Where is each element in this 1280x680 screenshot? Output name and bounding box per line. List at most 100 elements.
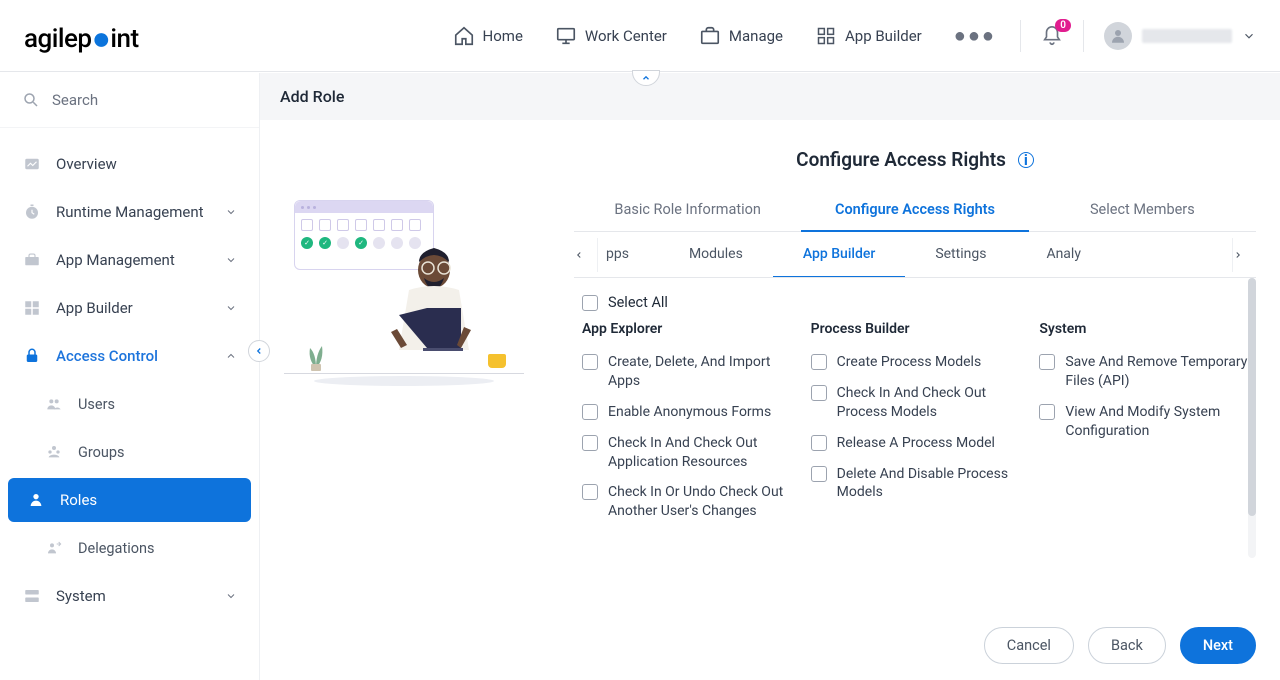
chart-icon (22, 154, 42, 174)
system-icon (22, 586, 42, 606)
sidebar-roles[interactable]: Roles (8, 478, 251, 522)
home-icon (453, 25, 475, 47)
perm-row[interactable]: Release A Process Model (811, 428, 1020, 459)
nav-app-builder[interactable]: App Builder (815, 25, 922, 47)
perm-checkbox[interactable] (1039, 354, 1055, 370)
sub-tabs-row: pps Modules App Builder Settings Analy (574, 232, 1256, 278)
panel-title: Configure Access Rights (796, 148, 1006, 171)
sub-tab-analytics-partial[interactable]: Analy (1016, 232, 1089, 277)
users-icon (44, 394, 64, 414)
chevron-down-icon (225, 302, 237, 314)
perm-checkbox[interactable] (1039, 404, 1055, 420)
sub-tab-app-builder[interactable]: App Builder (773, 232, 905, 277)
cancel-button[interactable]: Cancel (984, 627, 1074, 664)
info-icon[interactable]: i (1018, 152, 1034, 168)
wizard-footer: Cancel Back Next (260, 611, 1280, 680)
top-nav: Home Work Center Manage App Builder ●●● (453, 23, 996, 48)
perm-row[interactable]: Check In Or Undo Check Out Another User'… (582, 477, 791, 527)
tab-configure-rights[interactable]: Configure Access Rights (801, 189, 1028, 232)
sidebar-access-control[interactable]: Access Control (0, 332, 259, 380)
sidebar-system[interactable]: System (0, 572, 259, 620)
search-icon (22, 91, 40, 109)
toolbox-icon (22, 250, 42, 270)
sidebar-overview[interactable]: Overview (0, 140, 259, 188)
wizard-tabs: Basic Role Information Configure Access … (574, 189, 1256, 232)
col-process-builder: Process Builder Create Process Models Ch… (811, 321, 1020, 527)
grid-icon (815, 25, 837, 47)
perm-row[interactable]: Create Process Models (811, 347, 1020, 378)
perm-checkbox[interactable] (811, 466, 827, 482)
sidebar-app-builder[interactable]: App Builder (0, 284, 259, 332)
nav-manage[interactable]: Manage (699, 25, 783, 47)
illustration: ✓✓✓ (284, 140, 544, 613)
monitor-icon (555, 25, 577, 47)
sidebar-search[interactable]: Search (0, 73, 259, 128)
scrollbar-thumb[interactable] (1248, 278, 1256, 516)
tab-select-members[interactable]: Select Members (1029, 189, 1256, 231)
col-title: App Explorer (582, 321, 791, 337)
perm-checkbox[interactable] (811, 435, 827, 451)
main-area: Add Role ✓✓✓ (260, 73, 1280, 680)
sidebar-runtime[interactable]: Runtime Management (0, 188, 259, 236)
select-all-row[interactable]: Select All (576, 290, 1254, 321)
user-menu[interactable] (1104, 22, 1256, 50)
sub-tab-settings[interactable]: Settings (905, 232, 1016, 277)
perm-checkbox[interactable] (582, 435, 598, 451)
sidebar-collapse-toggle[interactable] (248, 340, 270, 362)
user-name-placeholder (1142, 29, 1232, 43)
select-all-label: Select All (608, 294, 668, 311)
sub-tab-apps-partial[interactable]: pps (598, 232, 659, 277)
nav-more[interactable]: ●●● (954, 23, 996, 48)
perm-checkbox[interactable] (582, 484, 598, 500)
clock-icon (22, 202, 42, 222)
sub-tabs-scroll-right[interactable] (1232, 238, 1256, 272)
perm-row[interactable]: Enable Anonymous Forms (582, 397, 791, 428)
delegations-icon (44, 538, 64, 558)
nav-home[interactable]: Home (453, 25, 523, 47)
sidebar: Search Overview Runtime Management App M… (0, 73, 260, 680)
avatar (1104, 22, 1132, 50)
chevron-down-icon (225, 590, 237, 602)
perm-checkbox[interactable] (582, 404, 598, 420)
chevron-down-icon (225, 254, 237, 266)
col-app-explorer: App Explorer Create, Delete, And Import … (582, 321, 791, 527)
perm-checkbox[interactable] (811, 385, 827, 401)
back-button[interactable]: Back (1088, 627, 1166, 664)
sub-tab-modules[interactable]: Modules (659, 232, 773, 277)
divider (1083, 20, 1084, 52)
brand-logo: agilep●int (24, 17, 139, 55)
header-right: 0 (1020, 20, 1256, 52)
roles-icon (26, 490, 46, 510)
sub-tabs-scroll-left[interactable] (574, 238, 598, 272)
perm-row[interactable]: Save And Remove Temporary Files (API) (1039, 347, 1248, 397)
grid-icon (22, 298, 42, 318)
perm-row[interactable]: Check In And Check Out Application Resou… (582, 428, 791, 478)
col-system: System Save And Remove Temporary Files (… (1039, 321, 1248, 527)
sidebar-delegations[interactable]: Delegations (0, 524, 259, 572)
rights-scroll-area[interactable]: Select All App Explorer Create, Delete, … (574, 278, 1256, 558)
groups-icon (44, 442, 64, 462)
col-title: System (1039, 321, 1248, 337)
sidebar-groups[interactable]: Groups (0, 428, 259, 476)
divider (1020, 20, 1021, 52)
perm-checkbox[interactable] (582, 354, 598, 370)
page-title: Add Role (260, 73, 1280, 120)
top-header: agilep●int Home Work Center Manage App B… (0, 0, 1280, 72)
sidebar-app-mgmt[interactable]: App Management (0, 236, 259, 284)
chevron-down-icon (1242, 29, 1256, 43)
col-title: Process Builder (811, 321, 1020, 337)
perm-row[interactable]: View And Modify System Configuration (1039, 397, 1248, 447)
briefcase-icon (699, 25, 721, 47)
next-button[interactable]: Next (1180, 627, 1256, 664)
tab-basic-info[interactable]: Basic Role Information (574, 189, 801, 231)
select-all-checkbox[interactable] (582, 295, 598, 311)
nav-work-center[interactable]: Work Center (555, 25, 667, 47)
perm-row[interactable]: Delete And Disable Process Models (811, 459, 1020, 509)
perm-checkbox[interactable] (811, 354, 827, 370)
chevron-up-icon (225, 350, 237, 362)
perm-row[interactable]: Create, Delete, And Import Apps (582, 347, 791, 397)
notifications-button[interactable]: 0 (1041, 25, 1063, 47)
perm-row[interactable]: Check In And Check Out Process Models (811, 378, 1020, 428)
sidebar-users[interactable]: Users (0, 380, 259, 428)
lock-icon (22, 346, 42, 366)
